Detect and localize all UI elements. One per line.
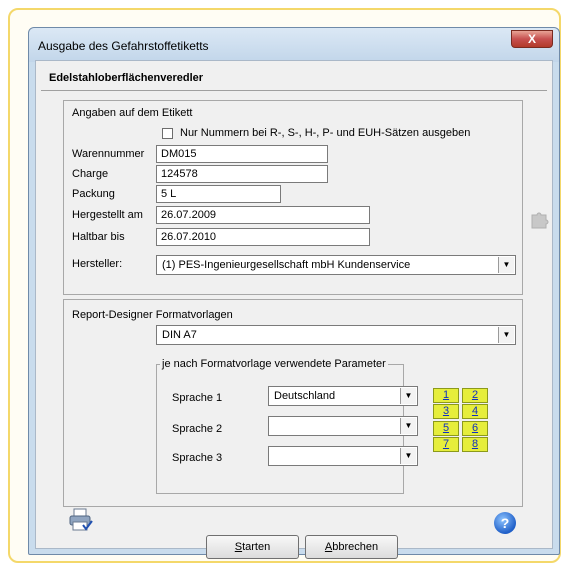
- charge-label: Charge: [72, 168, 109, 180]
- chevron-down-icon[interactable]: ▼: [400, 418, 416, 434]
- sprache-2-label: Sprache 2: [172, 423, 223, 435]
- window-title: Ausgabe des Gefahrstoffetiketts: [38, 39, 209, 53]
- warennummer-label: Warennummer: [72, 148, 145, 160]
- param-button-5[interactable]: 5: [433, 421, 459, 436]
- hersteller-select[interactable]: (1) PES-Ingenieurgesellschaft mbH Kunden…: [156, 255, 516, 275]
- param-button-4[interactable]: 4: [462, 404, 488, 419]
- sprache-3-select[interactable]: ▼: [268, 446, 418, 466]
- help-icon[interactable]: ?: [494, 512, 516, 534]
- sprache-1-value: Deutschland: [274, 390, 336, 402]
- start-button[interactable]: Starten: [206, 535, 299, 559]
- sprache-3-label: Sprache 3: [172, 452, 223, 464]
- packung-label: Packung: [72, 188, 115, 200]
- parameter-number-grid: 1 2 3 4 5 6 7 8: [433, 388, 490, 456]
- chevron-down-icon[interactable]: ▼: [400, 388, 416, 404]
- sprache-2-select[interactable]: ▼: [268, 416, 418, 436]
- packung-field[interactable]: 5 L: [156, 185, 281, 203]
- label-group-title: Angaben auf dem Etikett: [72, 107, 193, 119]
- warennummer-field[interactable]: DM015: [156, 145, 328, 163]
- puzzle-icon: [530, 209, 550, 229]
- param-button-3[interactable]: 3: [433, 404, 459, 419]
- sprache-1-label: Sprache 1: [172, 392, 223, 404]
- close-button[interactable]: X: [511, 30, 553, 48]
- company-name: Edelstahloberflächenveredler: [49, 72, 204, 84]
- param-button-6[interactable]: 6: [462, 421, 488, 436]
- dialog-window: Ausgabe des Gefahrstoffetiketts X Edelst…: [28, 27, 560, 559]
- param-button-8[interactable]: 8: [462, 437, 488, 452]
- param-button-2[interactable]: 2: [462, 388, 488, 403]
- parameters-legend: je nach Formatvorlage verwendete Paramet…: [160, 358, 388, 370]
- printer-icon[interactable]: [68, 507, 94, 533]
- chevron-down-icon[interactable]: ▼: [400, 448, 416, 464]
- header-divider: [41, 90, 547, 91]
- haltbar-field[interactable]: 26.07.2010: [156, 228, 370, 246]
- format-select[interactable]: DIN A7 ▼: [156, 325, 516, 345]
- sprache-1-select[interactable]: Deutschland ▼: [268, 386, 418, 406]
- report-group-title: Report-Designer Formatvorlagen: [72, 309, 233, 321]
- chevron-down-icon[interactable]: ▼: [498, 327, 514, 343]
- param-button-7[interactable]: 7: [433, 437, 459, 452]
- param-button-1[interactable]: 1: [433, 388, 459, 403]
- haltbar-label: Haltbar bis: [72, 231, 125, 243]
- titlebar: Ausgabe des Gefahrstoffetiketts X: [29, 28, 559, 62]
- cancel-button[interactable]: Abbrechen: [305, 535, 398, 559]
- charge-field[interactable]: 124578: [156, 165, 328, 183]
- format-value: DIN A7: [162, 329, 197, 341]
- chevron-down-icon[interactable]: ▼: [498, 257, 514, 273]
- hergestellt-label: Hergestellt am: [72, 209, 143, 221]
- hergestellt-field[interactable]: 26.07.2009: [156, 206, 370, 224]
- only-numbers-checkbox-label: Nur Nummern bei R-, S-, H-, P- und EUH-S…: [180, 127, 471, 139]
- hersteller-label: Hersteller:: [72, 258, 123, 270]
- hersteller-value: (1) PES-Ingenieurgesellschaft mbH Kunden…: [162, 259, 411, 271]
- close-icon: X: [527, 32, 536, 46]
- dialog-client: Edelstahloberflächenveredler Angaben auf…: [35, 60, 553, 559]
- only-numbers-checkbox[interactable]: [162, 128, 173, 139]
